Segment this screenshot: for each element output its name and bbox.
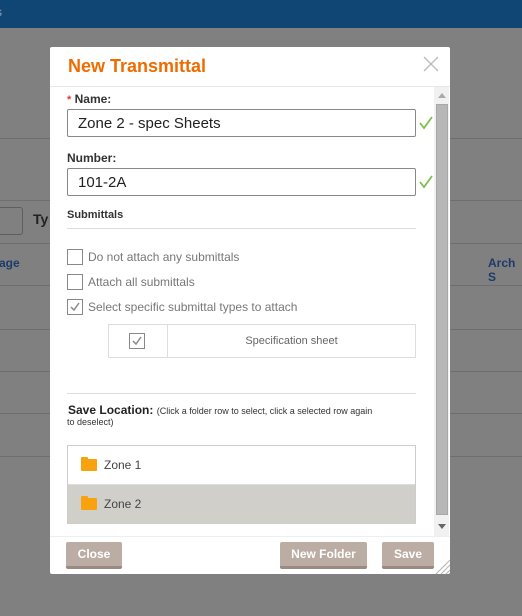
new-folder-button[interactable]: New Folder (280, 542, 367, 569)
folder-name: Zone 2 (104, 497, 142, 511)
check-icon (132, 336, 142, 346)
dialog-title: New Transmittal (68, 56, 207, 76)
save-location-hint: (Click a folder row to select, click a s… (156, 406, 373, 416)
folder-row-zone-1[interactable]: Zone 1 (68, 446, 415, 485)
type-label: Ty (33, 211, 49, 227)
required-mark: * (67, 94, 72, 106)
type-checkbox-cell (109, 325, 168, 357)
type-label: Specification sheet (245, 335, 338, 347)
valid-check-icon (419, 116, 433, 130)
close-button[interactable]: Close (66, 542, 122, 569)
scrollbar-thumb[interactable] (436, 104, 448, 515)
checkbox-label: Attach all submittals (88, 275, 195, 289)
header-divider (50, 86, 450, 87)
page-size-select[interactable] (0, 207, 23, 235)
save-location-title: Save Location: (68, 403, 154, 417)
app-topbar: s (0, 0, 522, 28)
close-icon[interactable] (422, 55, 440, 73)
folder-list: Zone 1 Zone 2 (67, 445, 416, 524)
save-location-hint-cont: to deselect) (67, 417, 114, 427)
footer-divider (50, 536, 450, 537)
checkbox-specific-submittals[interactable] (67, 299, 83, 315)
checkbox-no-submittals[interactable] (67, 249, 83, 265)
checkbox-label: Select specific submittal types to attac… (88, 300, 298, 314)
save-button[interactable]: Save (382, 542, 434, 569)
check-icon (70, 302, 80, 312)
checkbox-specification-sheet[interactable] (129, 333, 145, 349)
save-location-label: Save Location: (Click a folder row to se… (68, 403, 372, 417)
name-label-text: Name: (74, 92, 112, 106)
folder-row-zone-2[interactable]: Zone 2 (68, 485, 415, 524)
name-label: * Name: (67, 92, 111, 106)
submittal-types-table: Specification sheet (108, 324, 416, 358)
topbar-text: s (0, 5, 2, 19)
submittals-heading: Submittals (67, 209, 124, 221)
name-input[interactable]: Zone 2 - spec Sheets (67, 109, 416, 137)
divider (67, 393, 416, 394)
checkbox-label: Do not attach any submittals (88, 250, 240, 264)
column-header-page[interactable]: age (0, 256, 20, 270)
folder-icon (81, 457, 97, 471)
resize-handle-icon[interactable] (434, 558, 450, 574)
number-label: Number: (67, 151, 117, 165)
divider (67, 228, 416, 229)
new-transmittal-dialog: New Transmittal * Name: Zone 2 - spec Sh… (50, 47, 450, 574)
folder-icon (81, 496, 97, 510)
number-input[interactable]: 101-2A (67, 168, 416, 196)
column-header-arch[interactable]: Arch S (488, 256, 522, 284)
scroll-down-icon[interactable] (438, 524, 446, 529)
valid-check-icon (419, 175, 433, 189)
checkbox-all-submittals[interactable] (67, 274, 83, 290)
scroll-up-icon[interactable] (438, 93, 446, 98)
folder-name: Zone 1 (104, 458, 142, 472)
scrollbar[interactable] (434, 87, 449, 536)
